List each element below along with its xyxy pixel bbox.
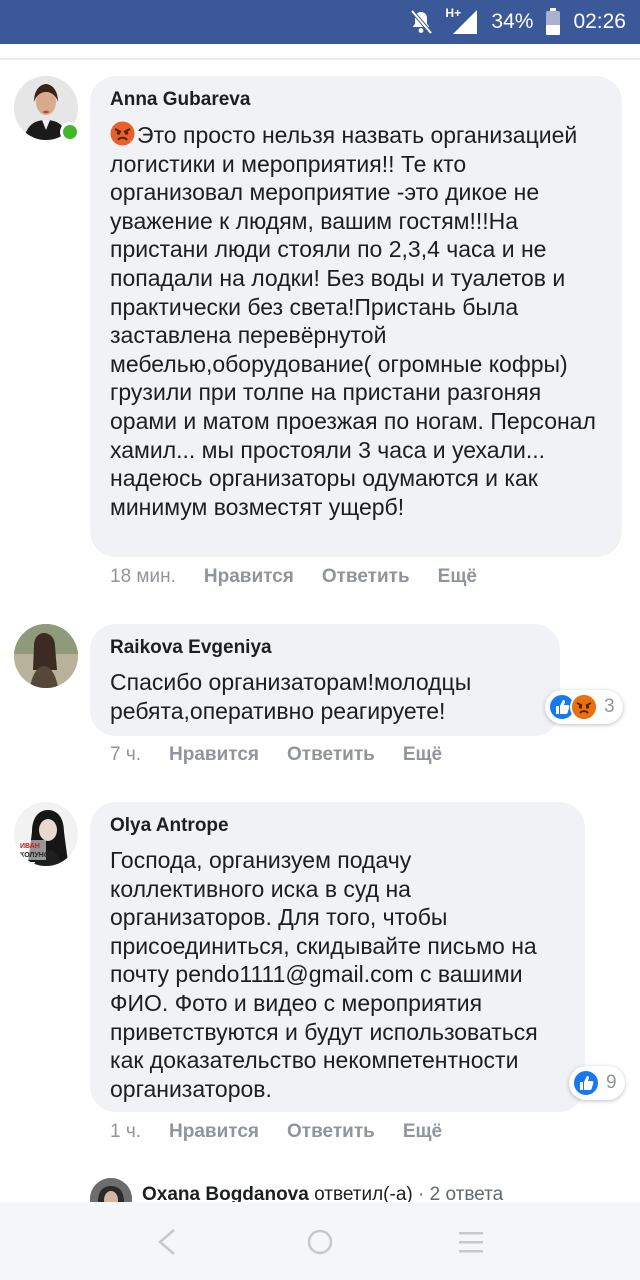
back-icon[interactable] [156, 1228, 180, 1261]
reaction-summary[interactable]: 3 [545, 690, 623, 724]
reply-button[interactable]: Ответить [287, 744, 375, 766]
like-reaction-icon [572, 1069, 600, 1097]
comment-author[interactable]: Olya Antrope [110, 814, 565, 838]
comment-time[interactable]: 18 мин. [110, 566, 176, 588]
angry-face-emoji [110, 121, 135, 146]
like-button[interactable]: Нравится [204, 566, 294, 588]
avatar[interactable]: ИВАН КОЛУНОВ [14, 802, 78, 866]
comment-text: Господа, организуем подачу коллективного… [110, 847, 538, 1102]
reply-button[interactable]: Ответить [322, 566, 410, 588]
comment-actions: 7 ч. Нравится Ответить Ещё [110, 744, 470, 766]
reply-button[interactable]: Ответить [287, 1121, 375, 1143]
comment-text: Спасибо организаторам!молодцы ребята,опе… [110, 669, 472, 724]
mute-notifications-icon [409, 9, 433, 35]
comment-time[interactable]: 7 ч. [110, 744, 141, 766]
comment-author[interactable]: Anna Gubareva [110, 88, 602, 112]
comment-text: Это просто нельзя назвать организацией л… [110, 121, 602, 521]
comment-bubble[interactable]: Raikova Evgeniya Спасибо организаторам!м… [90, 624, 560, 736]
comment-actions: 18 мин. Нравится Ответить Ещё [110, 566, 505, 588]
system-nav-bar [0, 1202, 640, 1280]
comment-bubble[interactable]: Anna Gubareva Это просто нельзя назвать … [90, 76, 622, 557]
more-button[interactable]: Ещё [403, 744, 442, 766]
like-button[interactable]: Нравится [169, 744, 259, 766]
svg-text:КОЛУНОВ: КОЛУНОВ [20, 852, 54, 859]
comment-actions: 1 ч. Нравится Ответить Ещё [110, 1121, 470, 1143]
battery-icon [545, 8, 561, 36]
comment-body: Это просто нельзя назвать организацией л… [110, 122, 596, 520]
svg-text:ИВАН: ИВАН [20, 843, 40, 850]
more-button[interactable]: Ещё [438, 566, 477, 588]
home-icon[interactable] [306, 1228, 334, 1261]
more-button[interactable]: Ещё [403, 1121, 442, 1143]
comment-author[interactable]: Raikova Evgeniya [110, 636, 540, 660]
angry-reaction-icon [570, 693, 598, 721]
online-status-indicator [60, 122, 80, 142]
battery-percent: 34% [491, 10, 534, 33]
like-button[interactable]: Нравится [169, 1121, 259, 1143]
status-bar: H+ 34% 02:26 [0, 0, 640, 44]
clock: 02:26 [573, 10, 626, 33]
signal-icon: H+ [445, 6, 479, 36]
reaction-count: 9 [606, 1072, 617, 1093]
divider [0, 58, 640, 60]
reaction-count: 3 [604, 696, 615, 717]
comment-time[interactable]: 1 ч. [110, 1121, 141, 1143]
comment-bubble[interactable]: Olya Antrope Господа, организуем подачу … [90, 802, 585, 1112]
menu-icon[interactable] [458, 1228, 484, 1261]
reaction-summary[interactable]: 9 [569, 1066, 625, 1100]
avatar[interactable] [14, 624, 78, 688]
